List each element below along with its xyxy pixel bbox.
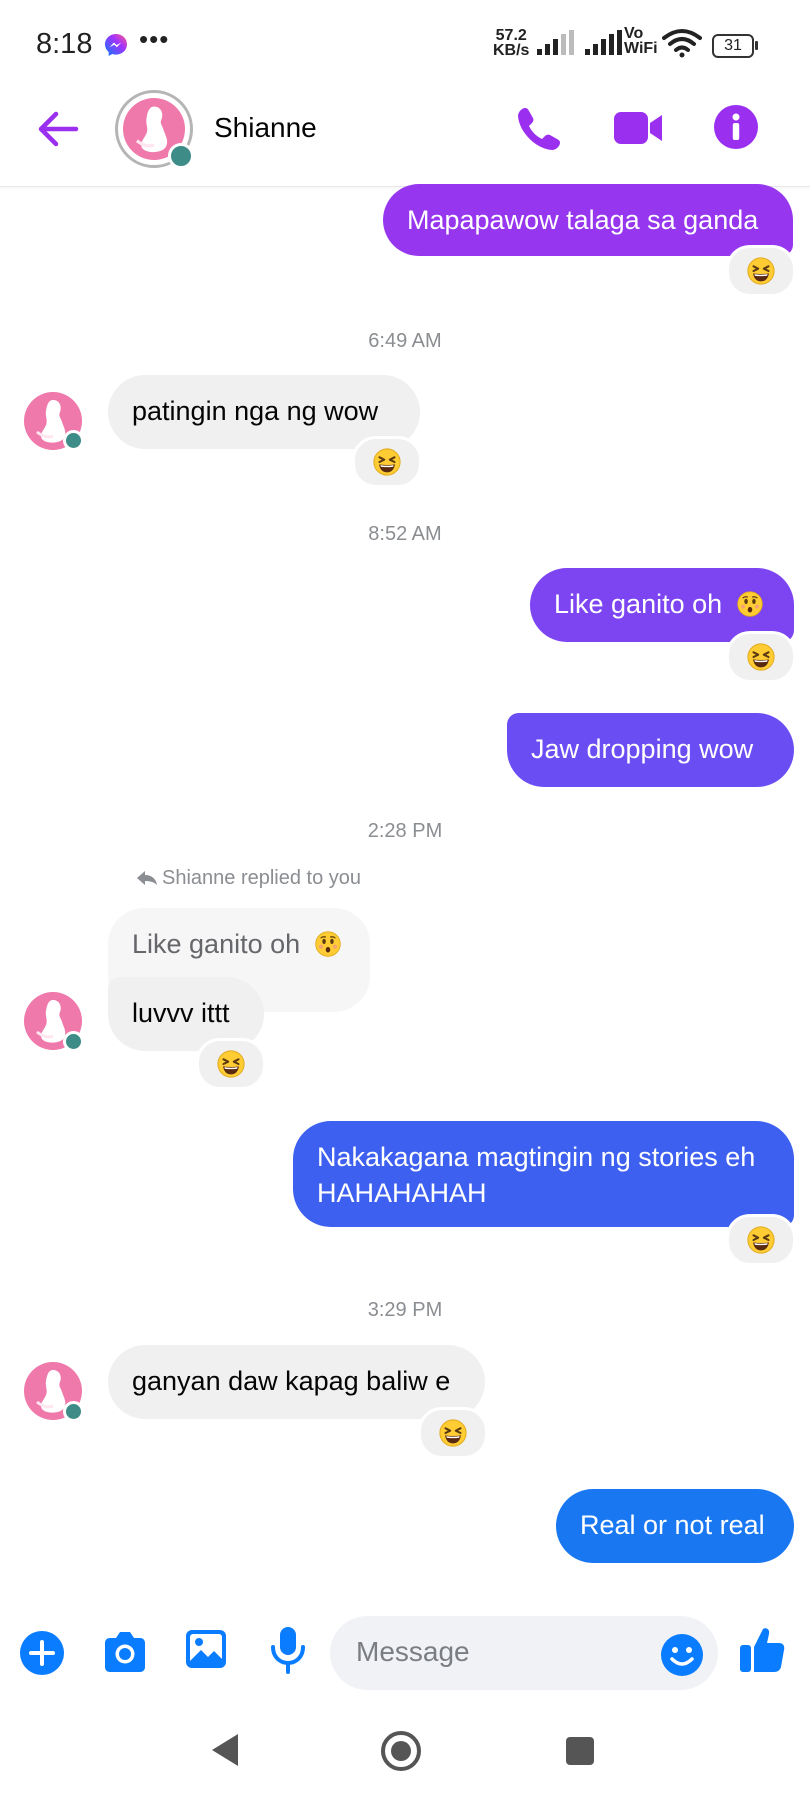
- camera-icon[interactable]: [101, 1629, 149, 1675]
- incoming-message[interactable]: ganyan daw kapag baliw e: [108, 1345, 485, 1419]
- gallery-icon[interactable]: [184, 1628, 228, 1670]
- vowifi-top: Vo: [624, 25, 644, 42]
- message-text: Like ganito oh: [554, 589, 723, 619]
- status-more-icon: •••: [139, 24, 170, 54]
- message-text-line: HAHAHAHAH: [317, 1178, 487, 1208]
- message-reaction[interactable]: [418, 1407, 488, 1459]
- outgoing-message[interactable]: Mapapawow talaga sa ganda: [383, 184, 793, 256]
- quoted-text: Like ganito oh: [132, 929, 301, 959]
- timestamp: 3:29 PM: [367, 1299, 443, 1321]
- astonished-emoji-icon: [736, 590, 764, 618]
- messenger-notification-icon: [105, 34, 127, 56]
- message-reaction[interactable]: [196, 1038, 266, 1090]
- thumbs-up-icon[interactable]: [738, 1625, 786, 1675]
- outgoing-message[interactable]: Jaw dropping wow: [507, 713, 794, 787]
- info-icon[interactable]: [713, 104, 759, 150]
- network-speed: 57.2 KB/s: [493, 27, 530, 59]
- message-text: luvvv ittt: [132, 998, 230, 1028]
- message-text: patingin nga ng wow: [132, 396, 379, 426]
- emoji-icon[interactable]: [660, 1633, 704, 1677]
- battery-indicator: 31: [712, 34, 754, 58]
- message-reaction[interactable]: [726, 245, 796, 297]
- network-speed-unit: KB/s: [493, 42, 530, 59]
- vowifi-indicator: Vo WiFi: [624, 25, 658, 57]
- nav-back-icon[interactable]: [210, 1732, 240, 1768]
- reply-notice-text: Shianne replied to you: [162, 867, 362, 889]
- back-arrow-icon[interactable]: [34, 105, 82, 153]
- video-camera-icon[interactable]: [612, 108, 664, 148]
- signal-icon: [585, 30, 622, 55]
- message-reaction[interactable]: [726, 1214, 796, 1266]
- message-text-line: Nakakagana magtingin ng stories eh: [317, 1142, 756, 1172]
- contact-name[interactable]: Shianne: [214, 112, 317, 144]
- laughing-emoji-icon: [746, 642, 776, 672]
- nav-home-icon[interactable]: [380, 1730, 422, 1772]
- timestamp: 6:49 AM: [368, 330, 442, 352]
- message-reaction[interactable]: [726, 631, 796, 683]
- plus-icon[interactable]: [19, 1630, 65, 1676]
- reply-notice: Shianne replied to you: [136, 867, 361, 890]
- laughing-emoji-icon: [746, 256, 776, 286]
- laughing-emoji-icon: [746, 1225, 776, 1255]
- online-status-dot: [168, 143, 194, 169]
- laughing-emoji-icon: [372, 447, 402, 477]
- battery-tip: [755, 41, 758, 50]
- laughing-emoji-icon: [216, 1049, 246, 1079]
- astonished-emoji-icon: [314, 930, 342, 958]
- laughing-emoji-icon: [438, 1418, 468, 1448]
- message-text: ganyan daw kapag baliw e: [132, 1366, 451, 1396]
- online-status-dot: [63, 1031, 84, 1052]
- wifi-icon: [662, 29, 702, 58]
- timestamp: 2:28 PM: [367, 820, 443, 842]
- message-reaction[interactable]: [352, 436, 422, 488]
- message-text: Real or not real: [580, 1510, 765, 1540]
- online-status-dot: [63, 1401, 84, 1422]
- online-status-dot: [63, 430, 84, 451]
- outgoing-message[interactable]: Nakakagana magtingin ng stories eh HAHAH…: [293, 1121, 794, 1227]
- status-time: 8:18: [36, 28, 93, 60]
- message-text: Jaw dropping wow: [531, 734, 754, 764]
- message-text: Mapapawow talaga sa ganda: [407, 205, 759, 235]
- reply-arrow-icon: [137, 871, 157, 885]
- network-speed-value: 57.2: [495, 27, 527, 44]
- message-input-placeholder: Message: [356, 1636, 470, 1667]
- vowifi-bottom: WiFi: [624, 40, 658, 57]
- signal-icon: [537, 30, 574, 55]
- nav-recents-icon[interactable]: [565, 1736, 595, 1766]
- outgoing-message[interactable]: Real or not real: [556, 1489, 794, 1563]
- timestamp: 8:52 AM: [368, 523, 442, 545]
- microphone-icon[interactable]: [268, 1625, 308, 1675]
- phone-icon[interactable]: [514, 104, 564, 154]
- status-bar: 8:18 ••• 57.2 KB/s Vo WiFi 31: [0, 0, 810, 90]
